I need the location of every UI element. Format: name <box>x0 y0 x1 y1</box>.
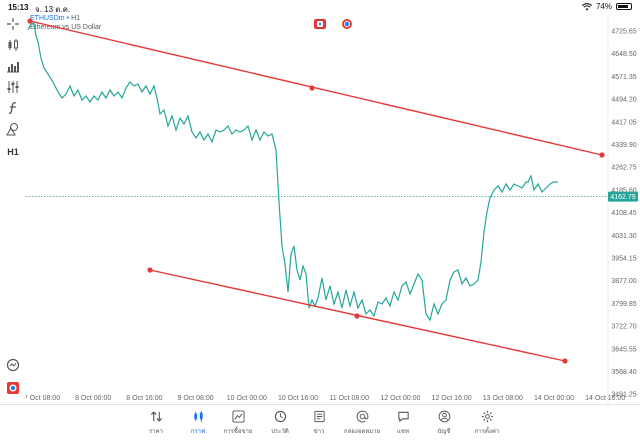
upper-trendline[interactable] <box>29 20 603 156</box>
price-tick-label: 4417.05 <box>611 119 636 126</box>
chat-icon <box>397 411 409 423</box>
current-price-label: 4162.79 <box>610 194 635 201</box>
tab-label: การซื้อขาย <box>223 429 253 435</box>
trendline-handle[interactable] <box>354 313 360 319</box>
tab-account[interactable]: บัญชี <box>422 410 466 436</box>
price-tick-label: 4571.35 <box>611 74 636 81</box>
time-tick-label: 14 Oct 00:00 <box>534 395 574 402</box>
bar-chart-icon[interactable] <box>5 58 21 74</box>
tab-quotes[interactable]: ราคา <box>134 410 178 436</box>
time-tick-label: 8 Oct 16:00 <box>126 395 162 402</box>
status-bar: 15:13 จ. 13 ต.ค. 74% <box>0 0 640 14</box>
price-chart[interactable]: 4725.65 4648.50 4571.35 4494.20 4417.05 4339.… <box>26 14 640 404</box>
price-axis: 4725.65 4648.50 4571.35 4494.20 4417.05 4339.… <box>611 29 636 399</box>
price-tick-label: 3799.85 <box>611 301 636 308</box>
time-axis: 7 Oct 08:00 8 Oct 00:00 8 Oct 16:00 9 Oct 0… <box>26 395 625 402</box>
time-tick-label: 9 Oct 08:00 <box>177 395 213 402</box>
battery-icon <box>616 3 632 10</box>
tab-label: กล่องจดหมาย <box>343 429 381 435</box>
trendline-handle[interactable] <box>309 85 315 91</box>
history-icon <box>274 410 286 423</box>
price-tick-label: 4725.65 <box>611 29 636 36</box>
crosshair-icon[interactable] <box>5 16 21 32</box>
tab-label: ข่าว <box>313 429 325 435</box>
time-tick-label: 10 Oct 16:00 <box>278 395 318 402</box>
price-tick-label: 4648.50 <box>611 51 636 58</box>
tab-label: บัญชี <box>437 429 451 435</box>
tab-news[interactable]: ข่าว <box>297 410 341 436</box>
battery-percent: 74% <box>595 2 612 11</box>
tab-mailbox[interactable]: กล่องจดหมาย <box>340 410 384 436</box>
trendline-handle[interactable] <box>599 152 605 158</box>
trade-icon <box>231 410 245 423</box>
time-tick-label: 12 Oct 00:00 <box>380 395 420 402</box>
tab-label: การตั้งค่า <box>474 429 500 435</box>
broker-logo-icon <box>5 380 21 396</box>
price-tick-label: 4339.90 <box>611 142 636 149</box>
price-tick-label: 4262.75 <box>611 165 636 172</box>
account-icon <box>438 410 450 423</box>
tab-chart[interactable]: กราฟ <box>176 410 220 436</box>
tab-chat[interactable]: แชท <box>381 410 425 436</box>
price-tick-label: 4494.20 <box>611 97 636 104</box>
news-icon <box>313 410 325 423</box>
status-right: 74% <box>581 2 632 11</box>
settings-icon <box>481 410 493 423</box>
tab-label: ราคา <box>149 429 163 435</box>
timeframe-button[interactable]: H1 <box>5 144 21 160</box>
chart-icon <box>193 410 203 423</box>
tab-label: แชท <box>397 429 409 435</box>
status-time: 15:13 <box>8 3 29 12</box>
price-line-series <box>27 22 558 322</box>
time-tick-label: 13 Oct 08:00 <box>483 395 523 402</box>
search-chart-icon[interactable] <box>5 357 21 373</box>
price-tick-label: 3722.70 <box>611 324 636 331</box>
price-tick-label: 3568.40 <box>611 369 636 376</box>
tab-history[interactable]: ประวัติ <box>258 410 302 436</box>
time-tick-label: 8 Oct 00:00 <box>75 395 111 402</box>
price-tick-label: 3954.15 <box>611 256 636 263</box>
time-tick-label: 11 Oct 08:00 <box>329 395 369 402</box>
trendline-handle[interactable] <box>147 267 153 273</box>
tab-label: ประวัติ <box>271 429 289 435</box>
time-tick-label: 14 Oct 16:00 <box>585 395 625 402</box>
price-tick-label: 3645.55 <box>611 346 636 353</box>
trendline-handle[interactable] <box>27 18 33 24</box>
time-tick-label: 10 Oct 00:00 <box>227 395 267 402</box>
shapes-icon[interactable] <box>5 121 21 137</box>
indicators-icon[interactable] <box>5 79 21 95</box>
left-toolbar: H1 <box>0 14 26 404</box>
mailbox-icon <box>356 410 368 423</box>
price-tick-label: 4031.30 <box>611 233 636 240</box>
trendline-handle[interactable] <box>562 358 568 364</box>
trendlines[interactable] <box>27 18 605 364</box>
battery-fill <box>618 5 629 8</box>
tab-settings[interactable]: การตั้งค่า <box>465 410 509 436</box>
function-icon[interactable] <box>5 100 21 116</box>
time-tick-label: 12 Oct 16:00 <box>432 395 472 402</box>
bottom-tab-bar: ราคา กราฟ การซื้อขาย ประวัติ ข่าว กล่องจดหมาย… <box>0 404 640 447</box>
price-tick-label: 4108.45 <box>611 210 636 217</box>
time-tick-label: 7 Oct 08:00 <box>26 395 60 402</box>
tab-trade[interactable]: การซื้อขาย <box>216 410 260 436</box>
price-tick-label: 3877.00 <box>611 278 636 285</box>
tab-label: กราฟ <box>190 429 206 435</box>
quotes-icon <box>150 411 162 422</box>
wifi-icon <box>581 2 592 10</box>
candlestick-icon[interactable] <box>5 37 21 53</box>
